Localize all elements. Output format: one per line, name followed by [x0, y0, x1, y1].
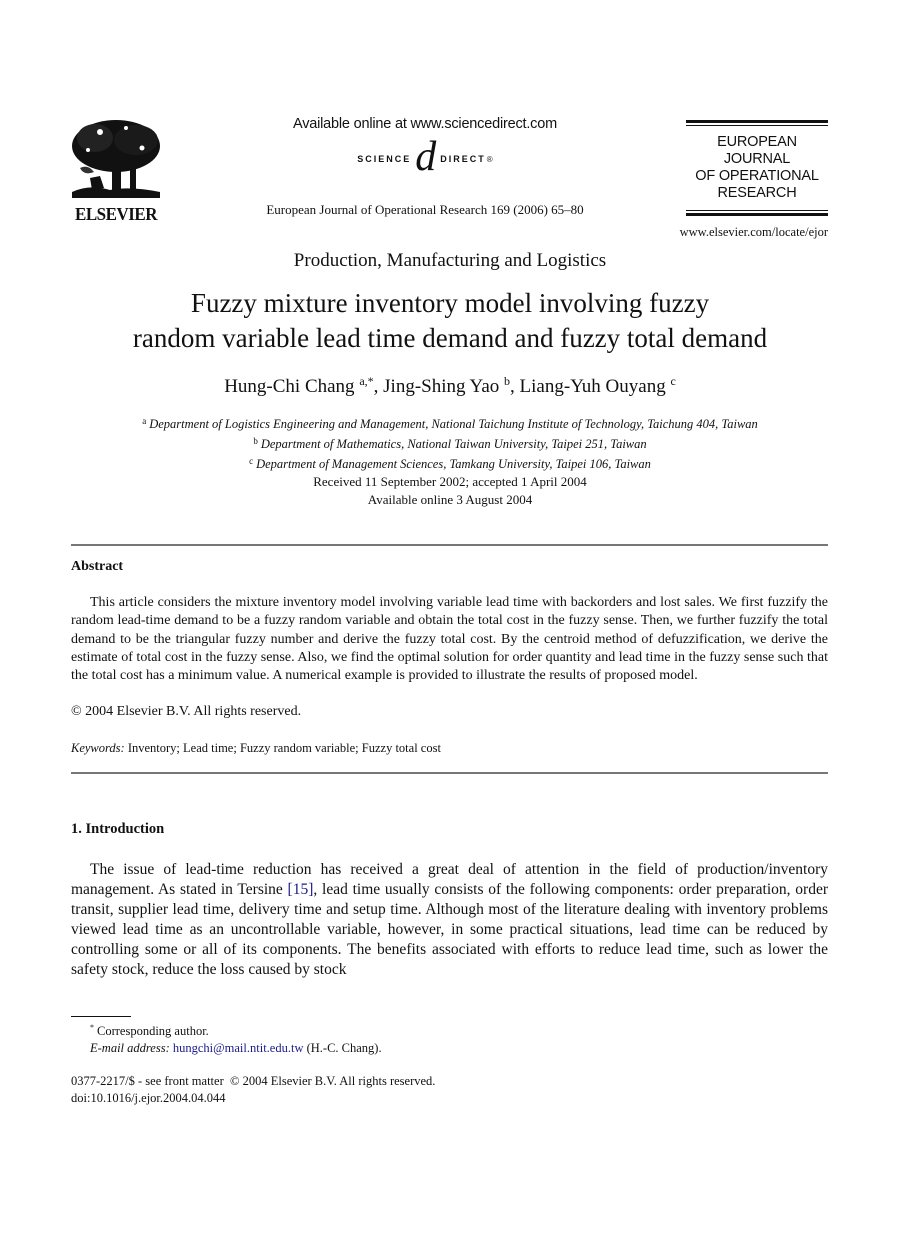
corresponding-author-note: * Corresponding author. [90, 1019, 382, 1040]
journal-box-line: OF OPERATIONAL [695, 168, 819, 184]
affiliation-item: a Department of Logistics Engineering and… [60, 413, 840, 433]
paper-title: Fuzzy mixture inventory model involving … [60, 286, 840, 356]
divider-bottom [71, 772, 828, 774]
abstract-heading: Abstract [71, 559, 124, 574]
footnote-rule [71, 1016, 131, 1017]
journal-logo-box: EUROPEAN JOURNAL OF OPERATIONAL RESEARCH [686, 120, 828, 216]
footnote: * Corresponding author. E-mail address: h… [90, 1019, 382, 1057]
introduction-body: The issue of lead-time reduction has rec… [71, 860, 828, 980]
abstract-text: This article considers the mixture inven… [71, 595, 828, 684]
author-separator: , [373, 376, 384, 397]
sciencedirect-at-icon: d [415, 134, 437, 180]
elsevier-wordmark: ELSEVIER [75, 204, 157, 225]
front-matter: 0377-2217/$ - see front matter © 2004 El… [71, 1073, 435, 1107]
journal-url-link[interactable]: www.elsevier.com/locate/ejor [650, 225, 828, 240]
footnote-mark: * [90, 1023, 94, 1032]
affiliation-text: Department of Logistics Engineering and … [149, 417, 758, 431]
email-label: E-mail address: [90, 1041, 170, 1055]
journal-box-line: RESEARCH [717, 185, 797, 201]
sciencedirect-science: SCIENCE [357, 154, 412, 164]
email-note: E-mail address: hungchi@mail.ntit.edu.tw… [90, 1040, 382, 1057]
available-online-text[interactable]: Available online at www.sciencedirect.co… [250, 116, 600, 132]
journal-reference: European Journal of Operational Research… [266, 202, 584, 217]
author-name: Jing-Shing Yao [383, 376, 500, 397]
author-name: Liang-Yuh Ouyang [519, 376, 666, 397]
author-affiliation-mark[interactable]: c [670, 374, 675, 388]
available-date: Available online 3 August 2004 [367, 492, 533, 507]
email-owner: (H.-C. Chang). [306, 1041, 382, 1055]
journal-box-line: EUROPEAN [717, 134, 797, 150]
front-matter-text: 0377-2217/$ - see front matter © 2004 El… [71, 1074, 436, 1088]
introduction-heading: 1. Introduction [71, 821, 165, 837]
abstract-copyright: © 2004 Elsevier B.V. All rights reserved… [71, 704, 302, 719]
doi-link[interactable]: doi:10.1016/j.ejor.2004.04.044 [71, 1090, 435, 1107]
sciencedirect-logo[interactable]: SCIENCE d DIRECT ® [250, 134, 600, 180]
sciencedirect-direct: DIRECT [440, 154, 486, 164]
affiliation-item: c Department of Management Sciences, Tamk… [60, 453, 840, 473]
citation-link[interactable]: [15] [288, 881, 314, 898]
received-date: Received 11 September 2002; accepted 1 A… [313, 474, 587, 489]
corresponding-author-text: Corresponding author. [97, 1024, 209, 1038]
journal-box-rule-bottom-thin [686, 210, 828, 211]
journal-box-line: JOURNAL [723, 151, 791, 167]
paper-title-line: Fuzzy mixture inventory model involving … [190, 288, 710, 318]
affiliation-text: Department of Mathematics, National Taiw… [260, 437, 647, 451]
journal-box-rule-top [686, 120, 828, 123]
affiliation-list: a Department of Logistics Engineering and… [60, 413, 840, 473]
author-list: Hung-Chi Chang a,*, Jing-Shing Yao b, Li… [60, 374, 840, 398]
elsevier-logo: ELSEVIER [70, 118, 162, 224]
keywords: Keywords: Inventory; Lead time; Fuzzy ra… [71, 741, 441, 756]
affiliation-text: Department of Management Sciences, Tamka… [256, 457, 651, 471]
elsevier-tree-icon [72, 120, 160, 198]
email-link[interactable]: hungchi@mail.ntit.edu.tw [173, 1041, 304, 1055]
section-label: Production, Manufacturing and Logistics [293, 250, 607, 271]
journal-box-rule-bottom [686, 213, 828, 216]
paper-title-line: random variable lead time demand and fuz… [132, 323, 768, 353]
affiliation-mark: a [142, 416, 147, 426]
author-affiliation-mark[interactable]: a,* [359, 374, 373, 388]
affiliation-mark: c [249, 456, 254, 466]
abstract-body: This article considers the mixture inven… [71, 594, 828, 685]
registered-mark: ® [486, 154, 493, 164]
divider-top [71, 544, 828, 546]
journal-box-rule-top-thin [686, 125, 828, 126]
keywords-label: Keywords: [71, 741, 125, 755]
affiliation-mark: b [253, 436, 258, 446]
affiliation-item: b Department of Mathematics, National Tai… [60, 433, 840, 453]
article-dates: Received 11 September 2002; accepted 1 A… [60, 473, 840, 509]
author-name: Hung-Chi Chang [224, 376, 355, 397]
author-separator: , [510, 376, 520, 397]
journal-box-title: EUROPEAN JOURNAL OF OPERATIONAL RESEARCH [686, 134, 828, 202]
keywords-list: Inventory; Lead time; Fuzzy random varia… [127, 741, 441, 755]
